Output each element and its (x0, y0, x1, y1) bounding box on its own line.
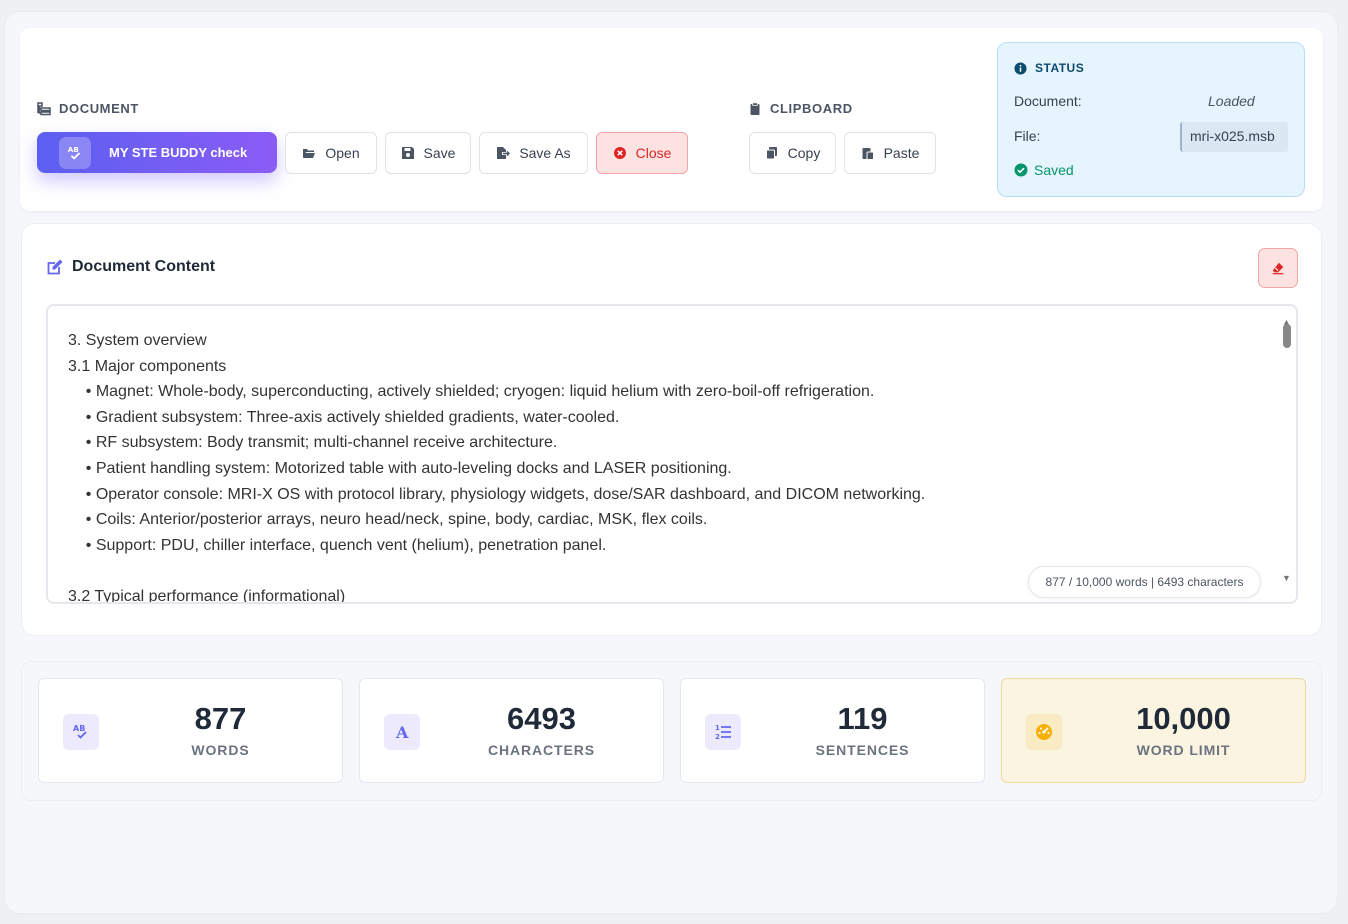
editor-line: • Coils: Anterior/posterior arrays, neur… (68, 511, 708, 529)
ste-buddy-check-label: MY STE BUDDY check (109, 145, 248, 160)
document-content-card: Document Content 3. System overview 3.1 … (21, 223, 1322, 636)
editor-line: • RF subsystem: Body transmit; multi-cha… (68, 434, 558, 452)
spellcheck-icon: AB (63, 714, 99, 750)
editor-line: • Support: PDU, chiller interface, quenc… (68, 536, 607, 554)
document-group-title: DOCUMENT (37, 101, 139, 116)
svg-text:AB: AB (73, 724, 85, 733)
file-export-icon (497, 147, 511, 159)
editor-line: 3.1 Major components (68, 357, 227, 375)
stat-sentences-label: SENTENCES (815, 742, 910, 758)
app-window: DOCUMENT AB MY STE BUDDY check Open Save… (4, 11, 1338, 914)
document-text-editor[interactable]: 3. System overview 3.1 Major components … (46, 304, 1298, 604)
stat-word-limit: 10,000 WORD LIMIT (1001, 678, 1306, 783)
document-content-label: Document Content (72, 258, 216, 275)
copy-button[interactable]: Copy (749, 132, 836, 174)
clipboard-group-title: CLIPBOARD (748, 101, 853, 116)
paste-label: Paste (883, 145, 920, 161)
folder-open-icon (303, 149, 316, 158)
open-label: Open (325, 145, 360, 161)
stat-sentences-value: 119 (837, 701, 888, 736)
editor-line: • Magnet: Whole-body, superconducting, a… (68, 383, 875, 401)
scroll-thumb[interactable] (1283, 324, 1291, 348)
save-button[interactable]: Save (385, 132, 471, 174)
stat-words-value: 877 (194, 701, 247, 736)
ste-buddy-check-button[interactable]: AB MY STE BUDDY check (37, 132, 277, 173)
status-document-label: Document: (1014, 93, 1082, 109)
stat-characters: A 6493 CHARACTERS (359, 678, 664, 783)
stat-words-label: WORDS (191, 742, 250, 758)
scroll-down-arrow-icon[interactable]: ▼ (1282, 566, 1291, 592)
stat-word-limit-value: 10,000 (1136, 701, 1231, 736)
status-panel: STATUS Document: Loaded File: mri-x025.m… (997, 42, 1305, 197)
stat-characters-value: 6493 (507, 701, 576, 736)
floppy-disk-icon (401, 147, 414, 159)
document-content-title: Document Content (46, 258, 215, 276)
svg-text:A: A (395, 723, 409, 742)
copy-icon (765, 147, 777, 160)
word-counter-badge: 877 / 10,000 words | 6493 characters (1028, 566, 1261, 598)
check-circle-icon (1014, 163, 1028, 177)
edit-icon (47, 259, 63, 275)
editor-line: • Patient handling system: Motorized tab… (68, 459, 732, 477)
copy-label: Copy (787, 145, 821, 161)
editor-line: • Gradient subsystem: Three-axis activel… (68, 408, 620, 426)
editor-line: 3. System overview (68, 332, 207, 349)
file-tree-icon (37, 101, 51, 115)
document-group-label: DOCUMENT (59, 101, 139, 116)
status-saved: Saved (1014, 162, 1074, 178)
save-as-label: Save As (519, 145, 571, 161)
font-icon: A (384, 714, 420, 750)
stat-sentences: 12 119 SENTENCES (680, 678, 985, 783)
save-label: Save (423, 145, 456, 161)
status-file-value: mri-x025.msb (1180, 122, 1288, 152)
paste-icon (862, 148, 874, 160)
close-button[interactable]: Close (596, 132, 688, 174)
open-button[interactable]: Open (285, 132, 377, 174)
toolbar: DOCUMENT AB MY STE BUDDY check Open Save… (20, 28, 1323, 211)
clipboard-group-label: CLIPBOARD (770, 101, 853, 116)
svg-text:2: 2 (715, 733, 720, 741)
spellcheck-icon: AB (59, 136, 91, 169)
svg-text:AB: AB (68, 145, 79, 154)
status-title-label: STATUS (1035, 61, 1085, 75)
list-ol-icon: 12 (705, 714, 741, 750)
stat-words: AB 877 WORDS (38, 678, 343, 783)
editor-line: • Operator console: MRI-X OS with protoc… (68, 485, 926, 503)
stat-characters-label: CHARACTERS (488, 742, 595, 758)
info-icon (1014, 61, 1027, 75)
status-saved-label: Saved (1034, 162, 1074, 178)
gauge-icon (1026, 714, 1062, 750)
eraser-icon (1272, 262, 1284, 275)
svg-text:1: 1 (715, 724, 720, 732)
clipboard-icon (750, 101, 760, 115)
stat-word-limit-label: WORD LIMIT (1136, 742, 1231, 758)
close-label: Close (635, 145, 672, 161)
paste-button[interactable]: Paste (844, 132, 936, 174)
clear-text-button[interactable] (1258, 248, 1298, 288)
status-file-label: File: (1014, 128, 1041, 144)
close-circle-icon (613, 147, 626, 159)
status-document-value: Loaded (1208, 93, 1255, 109)
status-title: STATUS (1014, 61, 1084, 75)
editor-scrollbar[interactable]: ▲ ▼ (1280, 308, 1294, 600)
save-as-button[interactable]: Save As (479, 132, 588, 174)
stats-panel: AB 877 WORDS A 6493 CHARACTERS 12 119 SE… (21, 661, 1322, 801)
